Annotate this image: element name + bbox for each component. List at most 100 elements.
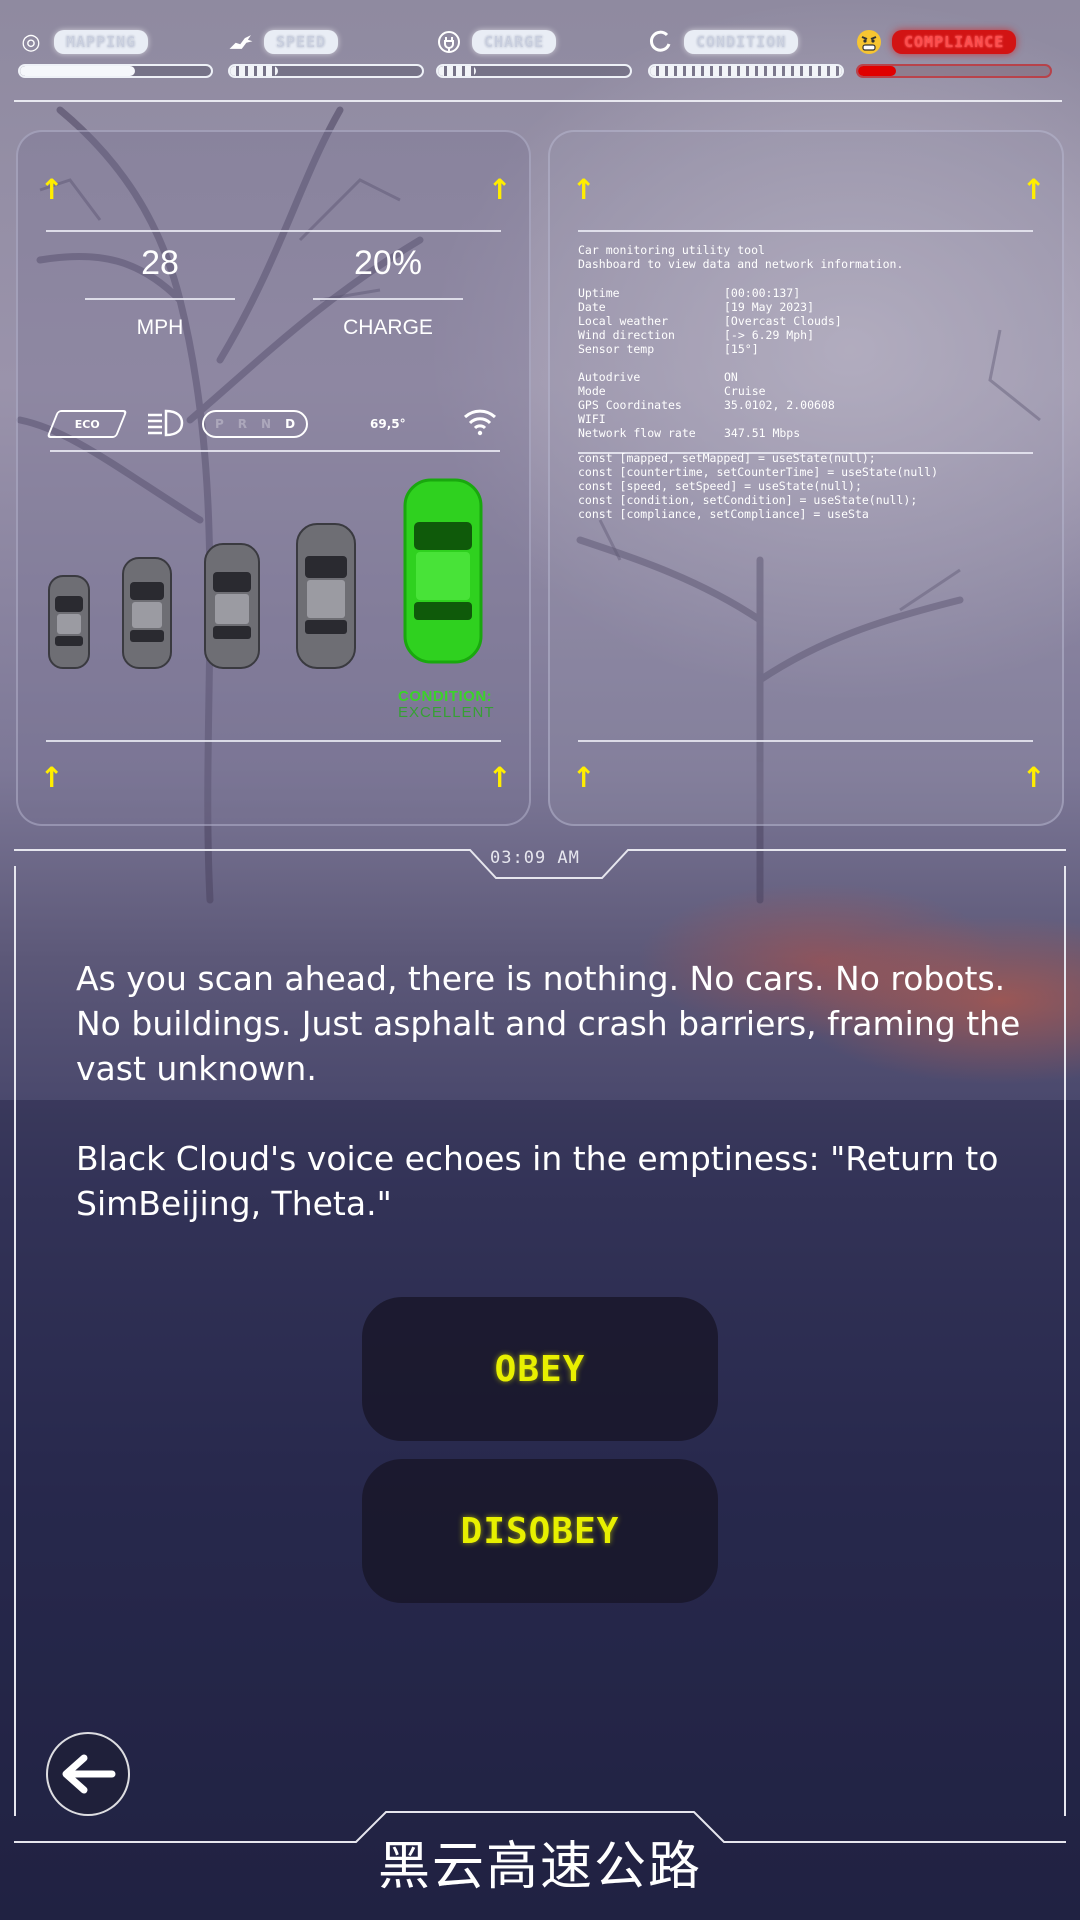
gear-p: P bbox=[214, 417, 224, 431]
disobey-button[interactable]: DISOBEY bbox=[362, 1459, 718, 1603]
corner-arrow-icon: ↑ bbox=[40, 761, 64, 794]
story-text: As you scan ahead, there is nothing. No … bbox=[76, 956, 1036, 1226]
info-value: [Overcast Clouds] bbox=[724, 314, 842, 328]
info-key: Local weather bbox=[578, 314, 669, 328]
headlight-icon bbox=[146, 408, 184, 442]
charge-value: 20% bbox=[353, 244, 423, 282]
divider bbox=[85, 298, 235, 300]
corner-arrow-icon: ↑ bbox=[1022, 761, 1046, 794]
condition-icon bbox=[648, 29, 674, 55]
plug-icon bbox=[436, 29, 462, 55]
angry-emoji-icon bbox=[856, 29, 882, 55]
code-line: const [mapped, setMapped] = useState(nul… bbox=[578, 451, 876, 465]
gear-d: D bbox=[285, 417, 296, 431]
code-line: const [compliance, setCompliance] = useS… bbox=[578, 507, 869, 521]
info-row: Autodrive ON bbox=[578, 370, 835, 384]
info-value: Cruise bbox=[724, 384, 766, 398]
info-row: WIFI bbox=[578, 412, 835, 426]
info-value: [19 May 2023] bbox=[724, 300, 815, 314]
obey-button[interactable]: OBEY bbox=[362, 1297, 718, 1441]
info-row: Mode Cruise bbox=[578, 384, 835, 398]
corner-arrow-icon: ↑ bbox=[488, 761, 512, 794]
story-paragraph: As you scan ahead, there is nothing. No … bbox=[76, 959, 1021, 1088]
info-key: Network flow rate bbox=[578, 426, 696, 440]
info-key: Uptime bbox=[578, 286, 620, 300]
console-title: Car monitoring utility tool bbox=[578, 243, 765, 257]
clock: 03:09 AM bbox=[490, 848, 580, 868]
info-key: WIFI bbox=[578, 412, 606, 426]
eco-mode-text: ECO bbox=[74, 417, 100, 431]
info-value: 347.51 Mbps bbox=[724, 426, 801, 440]
system-info: Uptime [00:00:137] Date [19 May 2023] Loca… bbox=[578, 286, 842, 356]
gear-selector: P R N D bbox=[202, 410, 308, 438]
info-row: Local weather [Overcast Clouds] bbox=[578, 314, 842, 328]
charge-bar bbox=[436, 64, 632, 78]
divider bbox=[578, 230, 1033, 232]
condition-value: EXCELLENT bbox=[398, 704, 495, 721]
condition-label: CONDITION bbox=[684, 30, 799, 54]
charge-label: CHARGE bbox=[472, 30, 557, 54]
divider bbox=[50, 450, 500, 452]
info-value: [00:00:137] bbox=[724, 286, 801, 300]
code-line: const [speed, setSpeed] = useState(null)… bbox=[578, 479, 862, 493]
corner-arrow-icon: ↑ bbox=[572, 761, 596, 794]
disobey-label: DISOBEY bbox=[460, 1510, 620, 1552]
compliance-bar bbox=[856, 64, 1052, 78]
frame-right bbox=[1064, 866, 1066, 1816]
gear-r: R bbox=[237, 417, 248, 431]
condition-bar bbox=[648, 64, 844, 78]
condition-bar-fill bbox=[650, 66, 842, 76]
condition-stat: CONDITION bbox=[648, 28, 844, 78]
corner-arrow-icon: ↑ bbox=[572, 173, 596, 206]
eco-mode-badge: ECO bbox=[46, 410, 128, 438]
divider bbox=[578, 740, 1033, 742]
car-silhouette-icon bbox=[296, 523, 356, 669]
car-silhouette-icon bbox=[48, 575, 90, 669]
info-row: Wind direction [-> 6.29 Mph] bbox=[578, 328, 842, 342]
highway-title: 黑云高速公路 bbox=[377, 1837, 702, 1897]
compliance-label: COMPLIANCE bbox=[892, 30, 1017, 54]
info-key: Sensor temp bbox=[578, 342, 655, 356]
frame-left bbox=[14, 866, 16, 1816]
gear-n: N bbox=[261, 417, 272, 431]
story-paragraph: Black Cloud's voice echoes in the emptin… bbox=[76, 1139, 999, 1223]
mapping-label: MAPPING bbox=[54, 30, 149, 54]
info-key: GPS Coordinates bbox=[578, 398, 682, 412]
drive-info: Autodrive ON Mode Cruise GPS Coordinates 35… bbox=[578, 370, 835, 440]
compliance-stat: COMPLIANCE bbox=[856, 28, 1052, 78]
info-value: ON bbox=[724, 370, 738, 384]
speed-bar-fill bbox=[230, 66, 278, 76]
divider bbox=[313, 298, 463, 300]
car-condition-icon bbox=[403, 478, 483, 664]
car-silhouette-icon bbox=[204, 543, 260, 669]
horse-icon bbox=[228, 29, 254, 55]
charge-stat: CHARGE bbox=[436, 28, 632, 78]
mapping-bar bbox=[18, 64, 213, 78]
info-key: Wind direction bbox=[578, 328, 675, 342]
info-row: GPS Coordinates 35.0102, 2.00608 bbox=[578, 398, 835, 412]
condition-caption: CONDITION: bbox=[398, 688, 493, 705]
charge-bar-fill bbox=[438, 66, 477, 76]
status-bar: ◎ MAPPING SPEED CHARGE CONDITION COMPLIA… bbox=[18, 28, 1062, 84]
mapping-bar-fill bbox=[20, 66, 135, 76]
info-value: 35.0102, 2.00608 bbox=[724, 398, 835, 412]
info-key: Mode bbox=[578, 384, 606, 398]
info-key: Date bbox=[578, 300, 606, 314]
speed-value: 28 bbox=[141, 244, 179, 282]
speed-stat: SPEED bbox=[228, 28, 424, 78]
mapping-stat: ◎ MAPPING bbox=[18, 28, 213, 78]
code-line: const [condition, setCondition] = useSta… bbox=[578, 493, 918, 507]
divider bbox=[46, 740, 501, 742]
mapping-icon: ◎ bbox=[21, 29, 41, 55]
corner-arrow-icon: ↑ bbox=[488, 173, 512, 206]
info-row: Uptime [00:00:137] bbox=[578, 286, 842, 300]
speed-bar bbox=[228, 64, 424, 78]
console-subtitle: Dashboard to view data and network infor… bbox=[578, 257, 904, 271]
info-value: [-> 6.29 Mph] bbox=[724, 328, 815, 342]
code-line: const [countertime, setCounterTime] = us… bbox=[578, 465, 939, 479]
corner-arrow-icon: ↑ bbox=[40, 173, 64, 206]
speed-unit: MPH bbox=[136, 316, 184, 339]
temperature-readout: 69,5° bbox=[370, 417, 406, 431]
info-row: Sensor temp [15°] bbox=[578, 342, 842, 356]
back-button[interactable] bbox=[46, 1732, 130, 1816]
